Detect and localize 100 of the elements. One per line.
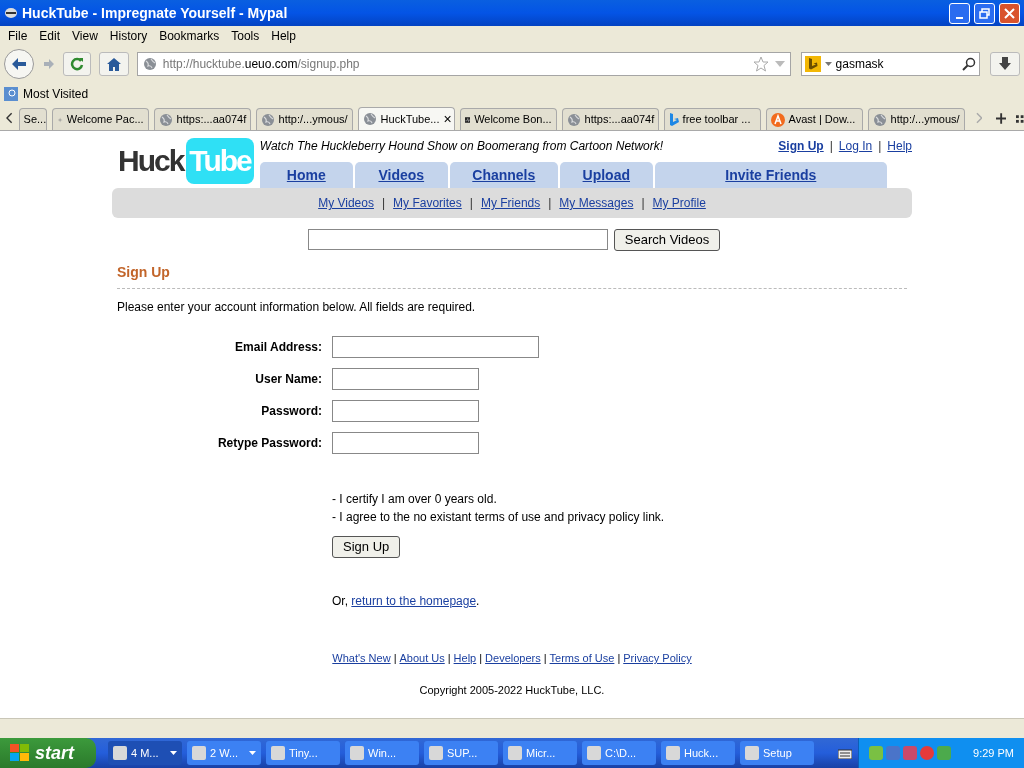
video-search-field[interactable] [307, 229, 608, 250]
terms-line: - I agree to the no existant terms of use and privacy policy link. [332, 509, 666, 526]
restore-button[interactable] [974, 2, 995, 24]
dropdown-arrow-icon[interactable] [774, 61, 785, 67]
keyboard-icon[interactable] [838, 747, 852, 759]
browser-tab[interactable]: Avast | Dow... [765, 108, 863, 130]
browser-tab[interactable]: Welcome Pac... [51, 108, 149, 130]
input-field[interactable] [332, 432, 479, 454]
menu-item[interactable]: Help [265, 27, 302, 45]
home-icon [106, 57, 121, 71]
caret-icon [249, 751, 256, 755]
back-button[interactable] [4, 49, 34, 79]
grid-icon[interactable] [1016, 115, 1024, 123]
reload-icon [70, 57, 85, 71]
taskbar-button[interactable]: C:\D... [582, 741, 656, 765]
input-field[interactable] [332, 400, 479, 422]
footer-link[interactable]: About Us [399, 650, 445, 667]
nav-tab[interactable]: Channels [449, 162, 558, 188]
minimize-button[interactable] [949, 2, 970, 24]
taskbar-label: 4 M... [131, 745, 159, 761]
browser-tab[interactable]: Welcome Bon... [459, 108, 557, 130]
app-icon [429, 746, 443, 760]
search-field[interactable]: gasmask [800, 52, 981, 76]
menu-item[interactable]: Edit [33, 27, 67, 45]
input-field[interactable] [332, 336, 539, 358]
close-button[interactable] [999, 2, 1020, 24]
separator: | [542, 651, 548, 666]
taskbar-button[interactable]: Micr... [503, 741, 577, 765]
footer-link[interactable]: What's New [332, 650, 391, 667]
avast-icon [770, 112, 785, 127]
browser-tab[interactable]: HuckTube... × [357, 107, 455, 130]
raccoon-icon [4, 7, 18, 19]
footer-link[interactable]: Help [453, 650, 477, 667]
search-value: gasmask [835, 56, 885, 73]
new-tab-icon[interactable] [996, 113, 1007, 124]
bookmark-item[interactable]: Most Visited [4, 85, 89, 103]
header-link[interactable]: Sign Up [778, 137, 824, 155]
tab-close-icon[interactable]: × [443, 112, 452, 126]
taskbar-button[interactable]: Setup [740, 741, 814, 765]
taskbar-button[interactable]: 2 W... [187, 741, 261, 765]
intro-text: Please enter your account information below. All fields are required. [117, 299, 477, 316]
nav-tab[interactable]: Home [259, 162, 353, 188]
bookmarks-icon [4, 87, 18, 101]
header-link[interactable]: Log In [838, 137, 873, 155]
header-link[interactable]: Help [887, 137, 912, 155]
separator: | [877, 138, 883, 155]
taskbar-label: Setup [763, 745, 792, 761]
nav-tab[interactable]: Upload [559, 162, 653, 188]
menu-item[interactable]: History [103, 27, 154, 45]
footer-link[interactable]: Developers [485, 650, 541, 667]
globe-icon [142, 57, 157, 71]
home-button[interactable] [99, 52, 129, 76]
browser-tab[interactable]: Se... [18, 108, 47, 130]
reload-button[interactable] [63, 52, 92, 76]
subnav-link[interactable]: My Videos [316, 194, 376, 212]
star-icon[interactable] [752, 56, 769, 72]
search-icon[interactable] [962, 57, 977, 71]
address-bar[interactable]: http://hucktube.ueuo.com/signup.php [136, 52, 791, 76]
browser-tab[interactable]: https:...aa074f [153, 108, 251, 130]
subnav-link[interactable]: My Favorites [391, 194, 464, 212]
taskbar-button[interactable]: Huck... [661, 741, 735, 765]
scroll-right-icon[interactable] [975, 112, 983, 124]
taskbar-button[interactable]: 4 M... [108, 741, 182, 765]
footer-link[interactable]: Privacy Policy [623, 650, 692, 667]
menu-item[interactable]: File [2, 27, 34, 45]
download-button[interactable] [990, 52, 1020, 76]
dropdown-arrow-icon[interactable] [824, 62, 832, 66]
globe-icon [260, 112, 275, 127]
start-button[interactable]: start [0, 738, 96, 768]
field-label: User Name: [254, 371, 322, 388]
url-text: http://hucktube.ueuo.com/signup.php [162, 56, 361, 73]
subnav-link[interactable]: My Messages [557, 194, 636, 212]
taskbar-button[interactable]: SUP... [424, 741, 498, 765]
app-icon [271, 746, 285, 760]
input-field[interactable] [332, 368, 479, 390]
menu-item[interactable]: Bookmarks [153, 27, 226, 45]
app-icon [508, 746, 522, 760]
browser-tab[interactable]: https:...aa074f [561, 108, 659, 130]
subnav-link[interactable]: My Profile [650, 194, 708, 212]
search-videos-button[interactable]: Search Videos [613, 229, 721, 251]
nav-tab[interactable]: Videos [354, 162, 448, 188]
browser-tab[interactable]: http:/...ymous/ [255, 108, 353, 130]
globe-icon [872, 112, 887, 127]
footer-link[interactable]: Terms of Use [549, 650, 615, 667]
separator: | [478, 651, 484, 666]
app-icon [192, 746, 206, 760]
separator: | [828, 138, 834, 155]
subnav-link[interactable]: My Friends [478, 194, 543, 212]
separator: | [446, 651, 452, 666]
menu-item[interactable]: Tools [225, 27, 266, 45]
sign-up-button[interactable]: Sign Up [332, 536, 401, 558]
taskbar-button[interactable]: Win... [345, 741, 419, 765]
menu-item[interactable]: View [66, 27, 104, 45]
browser-tab[interactable]: free toolbar ... [663, 108, 761, 130]
scroll-left-icon[interactable] [6, 112, 13, 124]
clock: 9:29 PM [973, 745, 1014, 761]
browser-tab[interactable]: http:/...ymous/ [867, 108, 965, 130]
taskbar-button[interactable]: Tiny... [266, 741, 340, 765]
logo[interactable]: Huck Tube [118, 137, 254, 185]
nav-tab[interactable]: Invite Friends [654, 162, 887, 188]
